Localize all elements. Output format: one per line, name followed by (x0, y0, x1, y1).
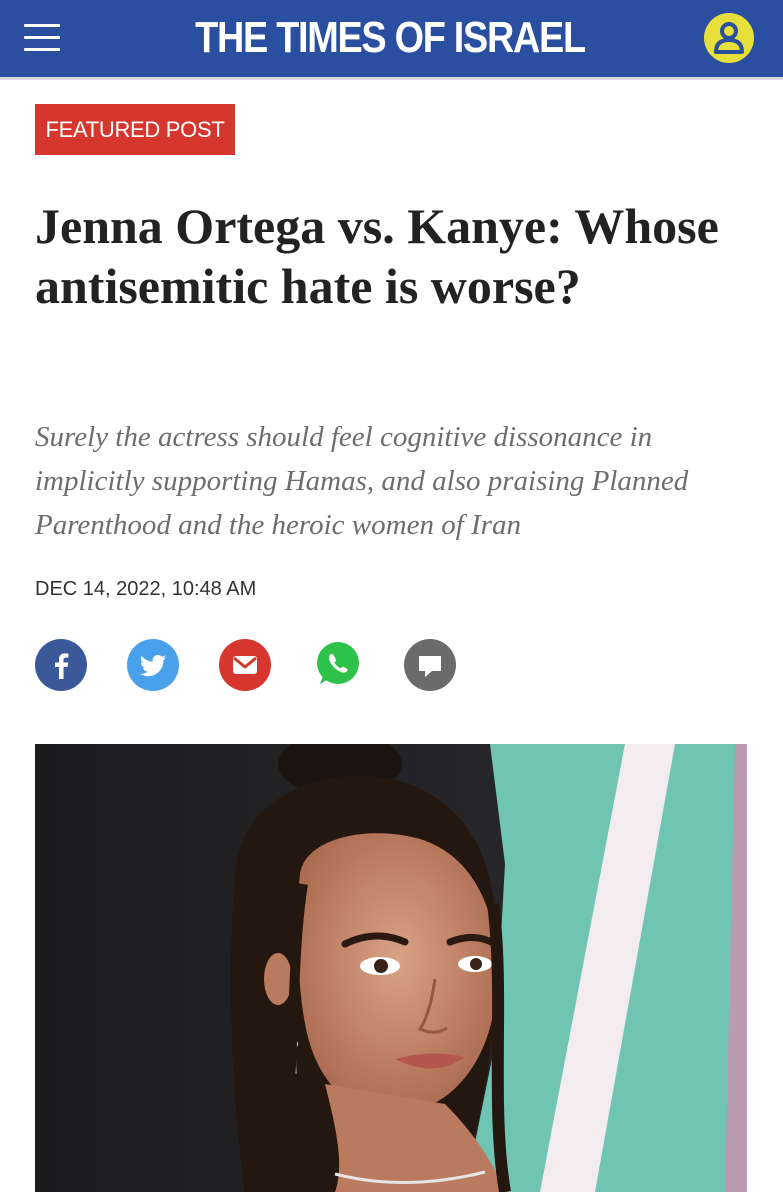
facebook-share-button[interactable] (34, 638, 88, 692)
facebook-icon (35, 639, 87, 691)
article-headline: Jenna Ortega vs. Kanye: Whose antisemiti… (35, 198, 719, 314)
header-divider (0, 77, 783, 80)
whatsapp-share-button[interactable] (310, 638, 364, 692)
article-date: DEC 14, 2022, 10:48 AM (35, 578, 257, 600)
comment-icon (404, 639, 456, 691)
article-photo[interactable] (35, 744, 747, 1192)
user-account-icon[interactable] (703, 12, 755, 64)
comment-share-button[interactable] (403, 638, 457, 692)
email-icon (219, 639, 271, 691)
featured-post-badge[interactable]: FEATURED POST (35, 104, 235, 155)
whatsapp-icon (317, 642, 359, 684)
email-share-button[interactable] (218, 638, 272, 692)
site-title-logo[interactable]: THE TIMES OF ISRAEL (166, 8, 613, 68)
twitter-share-button[interactable] (126, 638, 180, 692)
hamburger-menu-icon[interactable] (24, 24, 60, 52)
article-subheadline: Surely the actress should feel cognitive… (35, 421, 689, 541)
twitter-icon (127, 639, 179, 691)
site-header: THE TIMES OF ISRAEL (0, 0, 783, 77)
